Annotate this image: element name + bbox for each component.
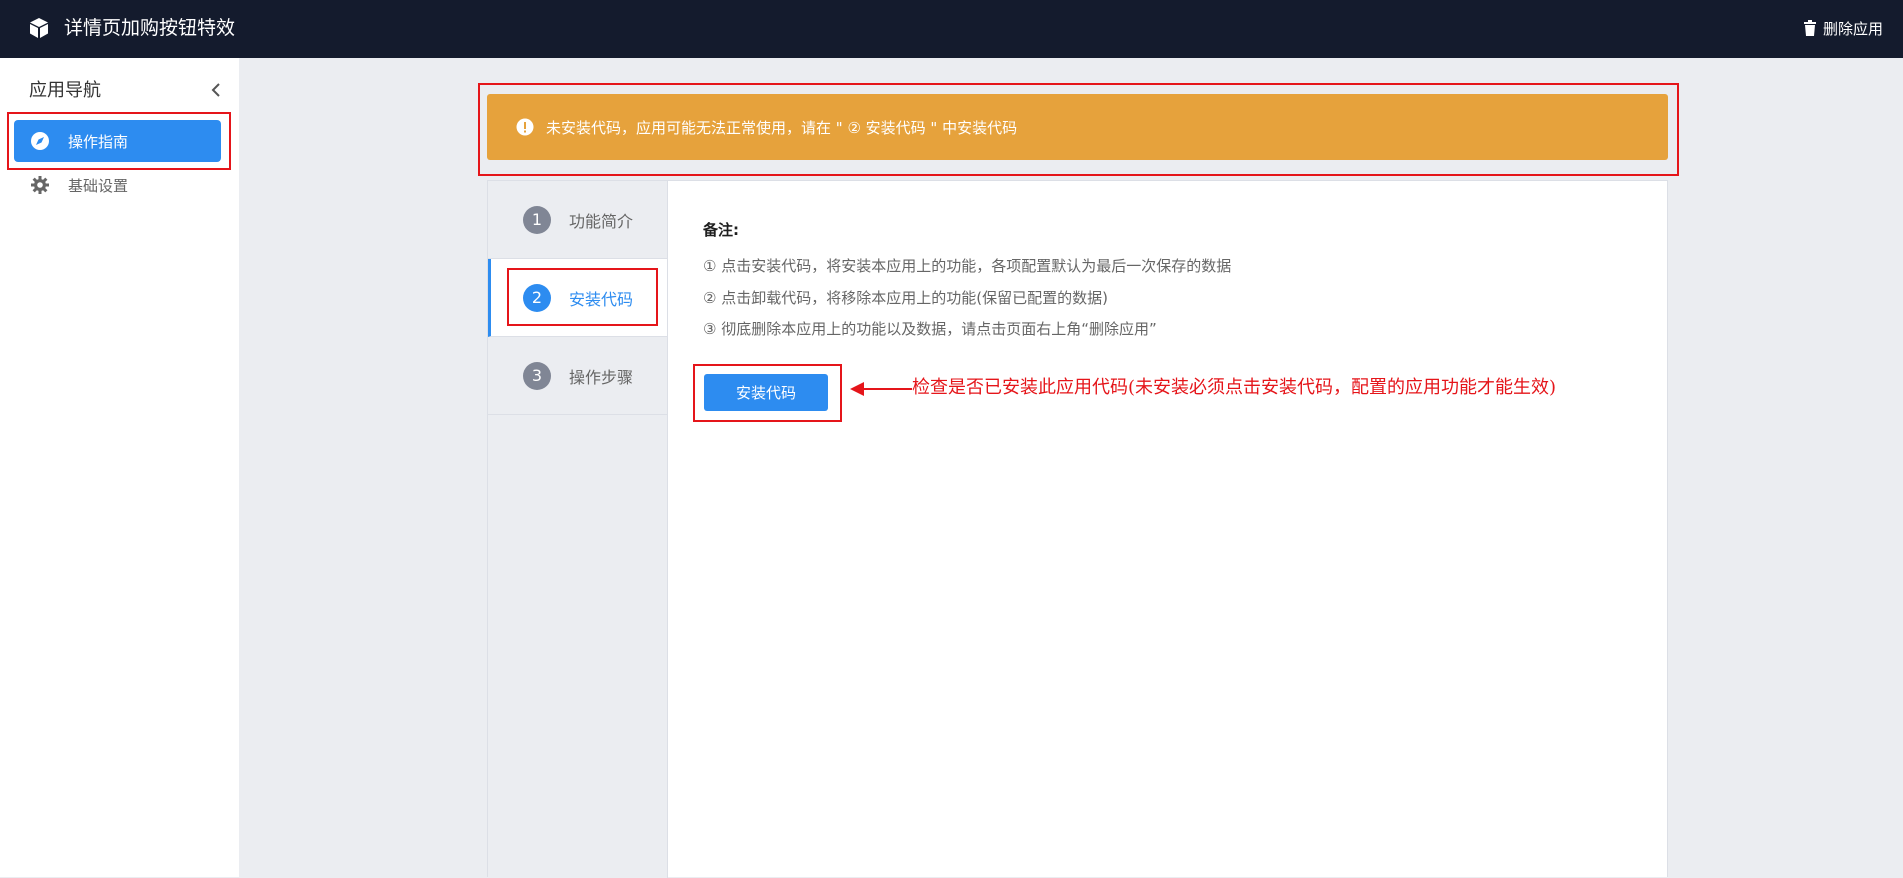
step-label: 操作步骤: [569, 367, 634, 387]
note-line: ③ 彻底删除本应用上的功能以及数据，请点击页面右上角“删除应用”: [703, 320, 1157, 338]
sidebar-item-label: 操作指南: [68, 132, 129, 151]
step-number: 1: [523, 205, 551, 234]
step-tab-install[interactable]: 2 安装代码: [488, 259, 667, 337]
note-line: ① 点击安装代码，将安装本应用上的功能，各项配置默认为最后一次保存的数据: [703, 257, 1232, 275]
trash-icon: [1803, 20, 1816, 36]
step-tab-operations[interactable]: 3 操作步骤: [488, 337, 667, 415]
app-title: 详情页加购按钮特效: [64, 17, 236, 39]
alert-text: 未安装代码，应用可能无法正常使用，请在 " ② 安装代码 " 中安装代码: [546, 118, 1018, 137]
arrow-left-icon: [850, 382, 912, 396]
sidebar: 应用导航 操作指南 基础设置: [0, 58, 239, 877]
content-area: 备注: ① 点击安装代码，将安装本应用上的功能，各项配置默认为最后一次保存的数据…: [668, 181, 1667, 877]
steps-nav: 1 功能简介 2 安装代码 3 操作步骤: [488, 181, 668, 878]
step-number: 2: [523, 283, 551, 312]
sidebar-title: 应用导航: [29, 80, 101, 101]
main-panel: 1 功能简介 2 安装代码 3 操作步骤 备注: ① 点击安装代码，将安装本应用…: [487, 180, 1668, 878]
step-tab-intro[interactable]: 1 功能简介: [488, 181, 667, 259]
exclamation-icon: [516, 118, 534, 136]
notes-title: 备注:: [703, 221, 739, 239]
gear-icon: [30, 175, 50, 195]
chevron-left-icon[interactable]: [208, 80, 224, 100]
install-code-button[interactable]: 安装代码: [704, 374, 828, 411]
sidebar-item-settings[interactable]: 基础设置: [14, 164, 221, 206]
warning-alert: 未安装代码，应用可能无法正常使用，请在 " ② 安装代码 " 中安装代码: [487, 94, 1668, 160]
step-number: 3: [523, 361, 551, 390]
note-line: ② 点击卸载代码，将移除本应用上的功能(保留已配置的数据): [703, 289, 1108, 307]
cube-icon: [27, 16, 51, 40]
sidebar-item-guide[interactable]: 操作指南: [14, 120, 221, 162]
step-label: 功能简介: [569, 211, 634, 231]
delete-app-label: 删除应用: [1822, 19, 1883, 38]
top-bar: 详情页加购按钮特效 删除应用: [0, 0, 1903, 58]
delete-app-button[interactable]: 删除应用: [1803, 16, 1883, 40]
annotation-text: 检查是否已安装此应用代码(未安装必须点击安装代码，配置的应用功能才能生效): [912, 377, 1557, 398]
step-label: 安装代码: [569, 289, 634, 309]
sidebar-item-label: 基础设置: [68, 176, 129, 195]
compass-icon: [30, 131, 50, 151]
